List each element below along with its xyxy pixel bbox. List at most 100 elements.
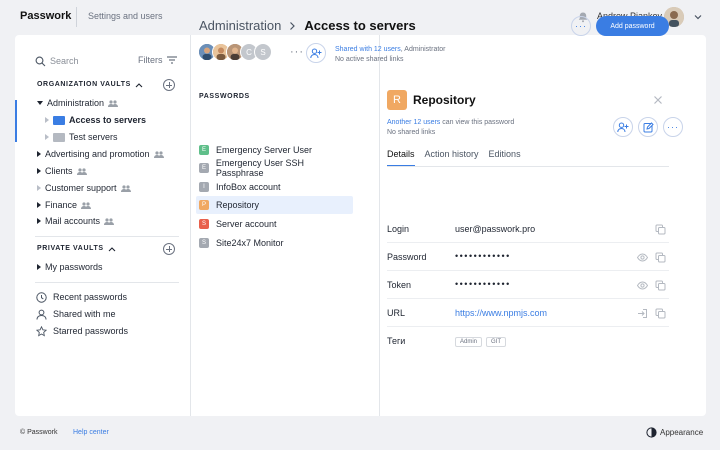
login-value[interactable]: user@passwork.pro [455, 224, 535, 234]
vault-item-administration[interactable]: Administration [37, 95, 119, 111]
password-badge: P [199, 200, 209, 210]
add-user-icon [617, 122, 629, 132]
user-icon [36, 309, 47, 320]
detail-more-button[interactable]: ··· [663, 117, 683, 137]
add-org-vault-icon[interactable] [163, 79, 175, 91]
vault-item-mail-accounts[interactable]: Mail accounts [37, 213, 115, 229]
edit-icon [643, 121, 654, 132]
selection-indicator [15, 100, 17, 142]
field-password: Password •••••••••••• [387, 243, 669, 271]
shared-role: , Administrator [400, 46, 446, 53]
passwords-title: PASSWORDS [199, 93, 250, 100]
users-icon [81, 201, 92, 209]
tabs-divider [387, 166, 669, 167]
vault-item-customer-support[interactable]: Customer support [37, 180, 131, 196]
more-options-button[interactable]: ··· [571, 16, 591, 36]
copy-icon[interactable] [655, 224, 666, 235]
copy-icon[interactable] [655, 280, 666, 291]
caret-right-icon[interactable] [45, 117, 49, 123]
breadcrumb-parent[interactable]: Administration [199, 18, 281, 33]
share-info: Shared with 12 users, Administrator No a… [335, 45, 446, 65]
field-url: URL https://www.npmjs.com [387, 299, 669, 327]
shared-users-link[interactable]: Shared with 12 users [335, 46, 401, 53]
page-title: Access to servers [304, 18, 416, 33]
caret-right-icon[interactable] [37, 168, 41, 174]
private-vaults-title[interactable]: PRIVATE VAULTS [37, 245, 116, 252]
field-tags: Теги Admin GIT [387, 327, 669, 355]
add-private-vault-icon[interactable] [163, 243, 175, 255]
users-icon [104, 217, 115, 225]
password-item[interactable]: S Site24x7 Monitor [196, 234, 353, 252]
chevron-down-icon[interactable] [693, 12, 703, 22]
tab-editions[interactable]: Editions [489, 149, 521, 167]
field-token: Token •••••••••••• [387, 271, 669, 299]
password-item-selected[interactable]: P Repository [196, 196, 353, 214]
token-value[interactable]: •••••••••••• [455, 279, 511, 289]
vault-item-my-passwords[interactable]: My passwords [37, 259, 103, 275]
tab-details[interactable]: Details [387, 149, 415, 167]
copy-icon[interactable] [655, 252, 666, 263]
more-members-icon[interactable]: ··· [290, 46, 304, 58]
add-user-button[interactable] [306, 43, 326, 63]
member-avatar[interactable]: S [254, 43, 272, 61]
vault-item-finance[interactable]: Finance [37, 197, 92, 213]
vault-item-clients[interactable]: Clients [37, 163, 87, 179]
password-value[interactable]: •••••••••••• [455, 251, 511, 261]
password-item[interactable]: S Server account [196, 215, 353, 233]
caret-down-icon[interactable] [37, 101, 43, 105]
open-link-icon[interactable] [637, 308, 648, 319]
vault-item-advertising[interactable]: Advertising and promotion [37, 146, 164, 162]
caret-right-icon[interactable] [37, 218, 41, 224]
password-badge: E [199, 145, 209, 155]
settings-and-users-link[interactable]: Settings and users [88, 11, 163, 21]
nav-starred-passwords[interactable]: Starred passwords [36, 324, 128, 338]
breadcrumb: Administration Access to servers [199, 18, 416, 33]
another-users-link[interactable]: Another 12 users [387, 119, 440, 126]
vault-item-test-servers[interactable]: Test servers [45, 129, 118, 145]
password-badge: I [199, 182, 209, 192]
appearance-button[interactable]: Appearance [646, 427, 703, 438]
eye-icon[interactable] [637, 252, 648, 263]
filters-label: Filters [138, 55, 163, 65]
filters-button[interactable]: Filters [138, 55, 177, 65]
detail-share-info: Another 12 users can view this password … [387, 119, 515, 136]
star-icon [36, 325, 47, 336]
eye-icon[interactable] [637, 280, 648, 291]
nav-recent-passwords[interactable]: Recent passwords [36, 290, 127, 304]
add-user-icon [310, 48, 322, 58]
edit-button[interactable] [638, 117, 658, 137]
footer-copyright: © Passwork [20, 429, 58, 436]
add-password-button[interactable]: Add password [596, 16, 669, 36]
member-avatars[interactable]: C S [198, 43, 272, 63]
nav-shared-with-me[interactable]: Shared with me [36, 307, 116, 321]
share-user-button[interactable] [613, 117, 633, 137]
close-icon[interactable] [652, 94, 664, 106]
password-item[interactable]: E Emergency Server User [196, 141, 353, 159]
tags-list: Admin GIT [455, 335, 510, 347]
search-placeholder[interactable]: Search [50, 56, 79, 66]
caret-right-icon[interactable] [37, 151, 41, 157]
sidebar-divider [35, 236, 179, 237]
chevron-right-icon [290, 21, 296, 30]
caret-right-icon[interactable] [37, 264, 41, 270]
password-item[interactable]: E Emergency User SSH Passphrase [196, 158, 353, 178]
caret-right-icon[interactable] [37, 185, 41, 191]
vault-item-access-to-servers[interactable]: Access to servers [45, 112, 146, 128]
caret-right-icon[interactable] [37, 202, 41, 208]
users-icon [120, 184, 131, 192]
caret-right-icon[interactable] [45, 134, 49, 140]
tab-action-history[interactable]: Action history [425, 149, 479, 167]
tag[interactable]: Admin [455, 337, 483, 347]
password-item[interactable]: I InfoBox account [196, 178, 353, 196]
chevron-up-icon[interactable] [108, 246, 116, 252]
url-link[interactable]: https://www.npmjs.com [455, 308, 547, 318]
app-logo[interactable]: Passwork [20, 10, 71, 22]
org-vaults-title[interactable]: ORGANIZATION VAULTS [37, 81, 143, 88]
help-center-link[interactable]: Help center [73, 429, 109, 436]
password-badge: S [199, 238, 209, 248]
password-badge: S [199, 219, 209, 229]
tag[interactable]: GIT [486, 337, 507, 347]
copy-icon[interactable] [655, 308, 666, 319]
chevron-up-icon[interactable] [135, 82, 143, 88]
filter-icon [166, 56, 177, 64]
